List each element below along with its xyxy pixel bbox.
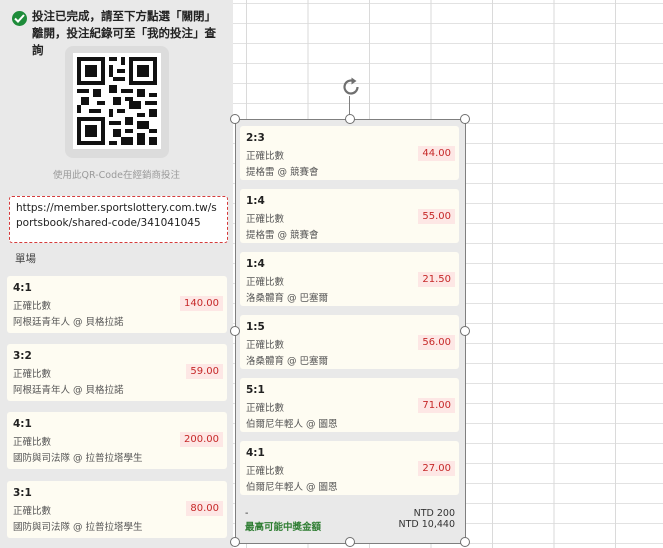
bet-score: 2:3	[246, 132, 265, 144]
qr-code-icon	[77, 57, 157, 145]
bet-odds: 27.00	[418, 461, 455, 476]
stake-label: -	[245, 508, 249, 519]
share-link[interactable]: https://member.sportslottery.com.tw/spor…	[9, 196, 228, 243]
qr-caption: 使用此QR-Code在經銷商投注	[53, 170, 180, 181]
bet-match: 伯爾尼年輕人 @ 圖恩	[246, 482, 338, 493]
bet-card: 1:5 正確比數 洛桑體育 @ 巴塞爾 56.00	[240, 315, 459, 369]
bet-card: 1:4 正確比數 洛桑體育 @ 巴塞爾 21.50	[240, 252, 459, 306]
bet-match: 國防與司法隊 @ 拉普拉塔學生	[13, 522, 143, 533]
bet-match: 國防與司法隊 @ 拉普拉塔學生	[13, 453, 143, 464]
resize-handle-bottom-right[interactable]	[460, 537, 470, 547]
bet-market: 正確比數	[246, 214, 285, 225]
resize-handle-bottom-left[interactable]	[230, 537, 240, 547]
qr-code-card	[65, 46, 169, 158]
bet-odds: 59.00	[186, 364, 223, 379]
bet-score: 1:5	[246, 321, 265, 333]
bet-match: 阿根廷青年人 @ 貝格拉諾	[13, 385, 124, 396]
bet-match: 提格雷 @ 競賽會	[246, 230, 319, 241]
resize-handle-top-right[interactable]	[460, 114, 470, 124]
bet-market: 正確比數	[13, 301, 52, 312]
max-payout-label: 最高可能中獎金額	[245, 522, 322, 533]
bet-odds: 21.50	[418, 272, 455, 287]
bet-odds: 140.00	[180, 296, 223, 311]
bet-score: 4:1	[13, 282, 32, 294]
bet-odds: 200.00	[180, 432, 223, 447]
bet-score: 5:1	[246, 384, 265, 396]
bet-score: 4:1	[246, 447, 265, 459]
bet-odds: 55.00	[418, 209, 455, 224]
bet-card: 3:2 正確比數 阿根廷青年人 @ 貝格拉諾 59.00	[7, 344, 227, 401]
bet-match: 提格雷 @ 競賽會	[246, 167, 319, 178]
resize-handle-top-left[interactable]	[230, 114, 240, 124]
bet-market: 正確比數	[13, 506, 52, 517]
stake-row: - NTD 200	[245, 508, 455, 519]
section-label-singles: 單場	[15, 253, 36, 265]
bet-card: 4:1 正確比數 阿根廷青年人 @ 貝格拉諾 140.00	[7, 276, 227, 333]
bet-card: 3:1 正確比數 國防與司法隊 @ 拉普拉塔學生 80.00	[7, 481, 227, 538]
resize-handle-right[interactable]	[460, 326, 470, 336]
max-payout-row: 最高可能中獎金額 NTD 10,440	[245, 519, 455, 533]
bet-card: 4:1 正確比數 國防與司法隊 @ 拉普拉塔學生 200.00	[7, 412, 227, 469]
check-circle-icon	[12, 11, 27, 26]
bet-market: 正確比數	[246, 466, 285, 477]
bet-card: 4:1 正確比數 伯爾尼年輕人 @ 圖恩 27.00	[240, 441, 459, 495]
bet-card: 1:4 正確比數 提格雷 @ 競賽會 55.00	[240, 189, 459, 243]
pasted-image-panel[interactable]: 2:3 正確比數 提格雷 @ 競賽會 44.00 1:4 正確比數 提格雷 @ …	[235, 119, 465, 543]
resize-handle-left[interactable]	[230, 326, 240, 336]
bet-market: 正確比數	[246, 277, 285, 288]
bet-match: 阿根廷青年人 @ 貝格拉諾	[13, 317, 124, 328]
resize-handle-bottom[interactable]	[345, 537, 355, 547]
bet-card: 2:3 正確比數 提格雷 @ 競賽會 44.00	[240, 126, 459, 180]
bet-odds: 44.00	[418, 146, 455, 161]
stake-value: NTD 200	[413, 508, 455, 519]
bet-score: 4:1	[13, 418, 32, 430]
bet-card: 5:1 正確比數 伯爾尼年輕人 @ 圖恩 71.00	[240, 378, 459, 432]
bet-market: 正確比數	[246, 151, 285, 162]
bet-odds: 71.00	[418, 398, 455, 413]
bet-score: 1:4	[246, 258, 265, 270]
bet-market: 正確比數	[246, 403, 285, 414]
resize-handle-top[interactable]	[345, 114, 355, 124]
bet-market: 正確比數	[13, 437, 52, 448]
bet-receipt-panel: 投注已完成，請至下方點選「關閉」離開，投注紀錄可至「我的投注」查詢 使用此QR-…	[0, 0, 233, 548]
bet-match: 洛桑體育 @ 巴塞爾	[246, 293, 329, 304]
bet-score: 1:4	[246, 195, 265, 207]
bet-match: 洛桑體育 @ 巴塞爾	[246, 356, 329, 367]
bet-odds: 80.00	[186, 501, 223, 516]
bet-match: 伯爾尼年輕人 @ 圖恩	[246, 419, 338, 430]
rotate-handle-icon[interactable]	[339, 75, 363, 99]
bet-market: 正確比數	[246, 340, 285, 351]
max-payout-value: NTD 10,440	[398, 519, 456, 530]
bet-odds: 56.00	[418, 335, 455, 350]
bet-score: 3:2	[13, 350, 32, 362]
bet-market: 正確比數	[13, 369, 52, 380]
bet-score: 3:1	[13, 487, 32, 499]
